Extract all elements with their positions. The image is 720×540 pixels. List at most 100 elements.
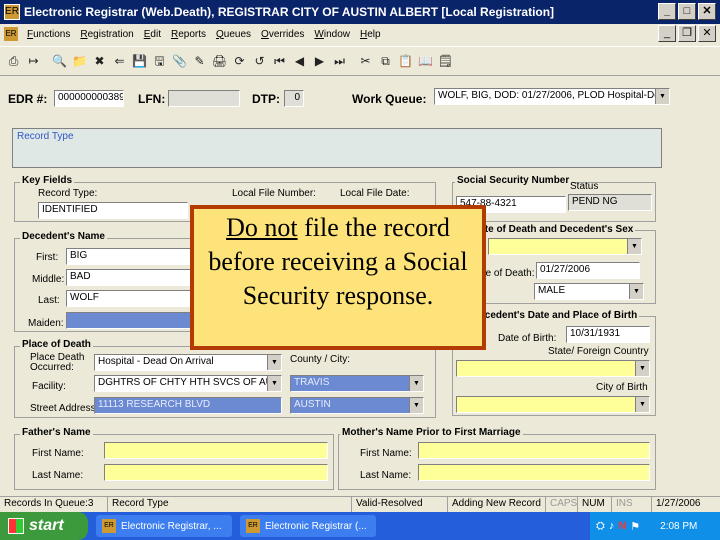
binoculars-icon[interactable]: 🔍 bbox=[50, 50, 69, 72]
chevron-down-icon[interactable]: ▼ bbox=[267, 376, 281, 391]
taskbar-item-2[interactable]: ER Electronic Registrar (... bbox=[240, 515, 376, 537]
edit-icon[interactable]: ✎ bbox=[190, 50, 209, 72]
death-field-select[interactable]: ▼ bbox=[488, 238, 642, 255]
minimize-button[interactable]: _ bbox=[658, 3, 676, 20]
last-icon[interactable]: ⏭ bbox=[330, 50, 349, 72]
street-address-field[interactable]: 11113 RESEARCH BLVD bbox=[94, 397, 282, 414]
tray-n-icon[interactable]: N bbox=[618, 520, 626, 532]
work-queue-label: Work Queue: bbox=[352, 92, 427, 106]
close-button[interactable]: ✕ bbox=[698, 3, 716, 20]
attach-icon[interactable]: 📎 bbox=[170, 50, 189, 72]
status-label: Status bbox=[570, 181, 599, 192]
dtp-label: DTP: bbox=[252, 92, 280, 106]
chevron-down-icon[interactable]: ▼ bbox=[635, 397, 649, 412]
system-menu-icon[interactable]: ER bbox=[4, 27, 18, 41]
birth-state-select[interactable]: ▼ bbox=[456, 360, 650, 377]
street-address-label: Street Address: bbox=[30, 403, 99, 414]
save-as-icon[interactable]: 🖫 bbox=[150, 50, 169, 72]
book-icon[interactable]: 📖 bbox=[416, 50, 435, 72]
local-file-number-label: Local File Number: bbox=[232, 188, 316, 199]
status-mode: Adding New Record bbox=[448, 497, 546, 512]
chevron-down-icon[interactable]: ▼ bbox=[409, 376, 423, 391]
child-restore-button[interactable]: ❐ bbox=[678, 25, 696, 42]
callout-line-3: Security response. bbox=[242, 281, 434, 310]
menu-queues[interactable]: Queues bbox=[211, 29, 256, 40]
menu-functions[interactable]: Functions bbox=[22, 29, 75, 40]
child-minimize-button[interactable]: _ bbox=[658, 25, 676, 42]
sex-value: MALE bbox=[538, 285, 566, 296]
place-of-death-title: Place of Death bbox=[20, 339, 93, 350]
father-first-field[interactable] bbox=[104, 442, 328, 459]
sex-select[interactable]: MALE ▼ bbox=[534, 283, 644, 300]
menu-help[interactable]: Help bbox=[355, 29, 386, 40]
undo-icon[interactable]: ↺ bbox=[250, 50, 269, 72]
tray-network-icon[interactable]: ⛭ bbox=[596, 520, 605, 533]
menu-edit[interactable]: Edit bbox=[139, 29, 166, 40]
paste-icon[interactable]: 📋 bbox=[396, 50, 415, 72]
child-close-button[interactable]: ✕ bbox=[698, 25, 716, 42]
menu-window[interactable]: Window bbox=[309, 29, 355, 40]
folder-icon[interactable]: 📁 bbox=[70, 50, 89, 72]
city-select[interactable]: AUSTIN ▼ bbox=[290, 397, 424, 414]
father-last-field[interactable] bbox=[104, 464, 328, 481]
prev-icon[interactable]: ◀ bbox=[290, 50, 309, 72]
windows-logo-icon bbox=[8, 518, 24, 534]
edr-field[interactable]: 000000000389 bbox=[54, 90, 124, 107]
status-record-type: Record Type bbox=[108, 497, 352, 512]
export-icon[interactable]: ↦ bbox=[24, 50, 43, 72]
copy-icon[interactable]: ⧉ bbox=[376, 50, 395, 72]
back-icon[interactable]: ⇐ bbox=[110, 50, 129, 72]
chevron-down-icon[interactable]: ▼ bbox=[267, 355, 281, 370]
taskbar-item-1[interactable]: ER Electronic Registrar, ... bbox=[96, 515, 232, 537]
mother-first-field[interactable] bbox=[418, 442, 650, 459]
record-type-field[interactable]: IDENTIFIED bbox=[38, 202, 188, 219]
chevron-down-icon[interactable]: ▼ bbox=[629, 284, 643, 299]
notes-icon[interactable]: 🗒 bbox=[436, 50, 455, 72]
status-num: NUM bbox=[578, 497, 612, 512]
lfn-label: LFN: bbox=[138, 92, 166, 106]
app-icon: ER bbox=[246, 519, 260, 533]
app-icon: ER bbox=[4, 4, 20, 20]
start-button[interactable]: start bbox=[0, 512, 88, 540]
printer-icon[interactable]: 🖨 bbox=[210, 50, 229, 72]
chevron-down-icon[interactable]: ▼ bbox=[409, 398, 423, 413]
date-of-birth-label: Date of Birth: bbox=[498, 333, 557, 344]
facility-select[interactable]: DGHTRS OF CHTY HTH SVCS OF AUS ▼ bbox=[94, 375, 282, 392]
save-icon[interactable]: 💾 bbox=[130, 50, 149, 72]
refresh-icon[interactable]: ⟳ bbox=[230, 50, 249, 72]
county-select[interactable]: TRAVIS ▼ bbox=[290, 375, 424, 392]
print-icon[interactable]: ⎙ bbox=[4, 50, 23, 72]
app-icon: ER bbox=[102, 519, 116, 533]
first-icon[interactable]: ⏮ bbox=[270, 50, 289, 72]
taskbar-item-1-label: Electronic Registrar, ... bbox=[121, 520, 222, 532]
tray-security-icon[interactable]: ⚑ bbox=[630, 520, 640, 533]
tray-sound-icon[interactable]: ♪ bbox=[609, 520, 615, 532]
status-field: PEND NG bbox=[568, 194, 652, 211]
menu-reports[interactable]: Reports bbox=[166, 29, 211, 40]
chevron-down-icon[interactable]: ▼ bbox=[635, 361, 649, 376]
taskbar-item-2-label: Electronic Registrar (... bbox=[265, 520, 367, 532]
status-date: 1/27/2006 bbox=[656, 498, 701, 509]
work-queue-select[interactable]: WOLF, BIG, DOD: 01/27/2006, PLOD Hospita… bbox=[434, 88, 670, 105]
date-of-birth-field[interactable]: 10/31/1931 bbox=[566, 326, 650, 343]
date-of-death-field[interactable]: 01/27/2006 bbox=[536, 262, 640, 279]
chevron-down-icon[interactable]: ▼ bbox=[627, 239, 641, 254]
menu-bar: ER Functions Registration Edit Reports Q… bbox=[0, 24, 720, 44]
delete-icon[interactable]: ✖ bbox=[90, 50, 109, 72]
place-death-label: Place Death Occurred: bbox=[30, 352, 85, 373]
place-death-value: Hospital - Dead On Arrival bbox=[98, 356, 214, 367]
next-icon[interactable]: ▶ bbox=[310, 50, 329, 72]
menu-registration[interactable]: Registration bbox=[75, 29, 138, 40]
system-tray: ⛭ ♪ N ⚑ 2:08 PM bbox=[590, 512, 720, 540]
record-type-panel: Record Type bbox=[12, 128, 662, 168]
cut-icon[interactable]: ✂ bbox=[356, 50, 375, 72]
dtp-field[interactable]: 0 bbox=[284, 90, 304, 107]
city-of-birth-select[interactable]: ▼ bbox=[456, 396, 650, 413]
mother-last-field[interactable] bbox=[418, 464, 650, 481]
menu-overrides[interactable]: Overrides bbox=[256, 29, 309, 40]
county-city-label: County / City: bbox=[290, 354, 351, 365]
maximize-button[interactable]: □ bbox=[678, 3, 696, 20]
lfn-field[interactable] bbox=[168, 90, 240, 107]
chevron-down-icon[interactable]: ▼ bbox=[655, 89, 669, 104]
place-death-select[interactable]: Hospital - Dead On Arrival ▼ bbox=[94, 354, 282, 371]
